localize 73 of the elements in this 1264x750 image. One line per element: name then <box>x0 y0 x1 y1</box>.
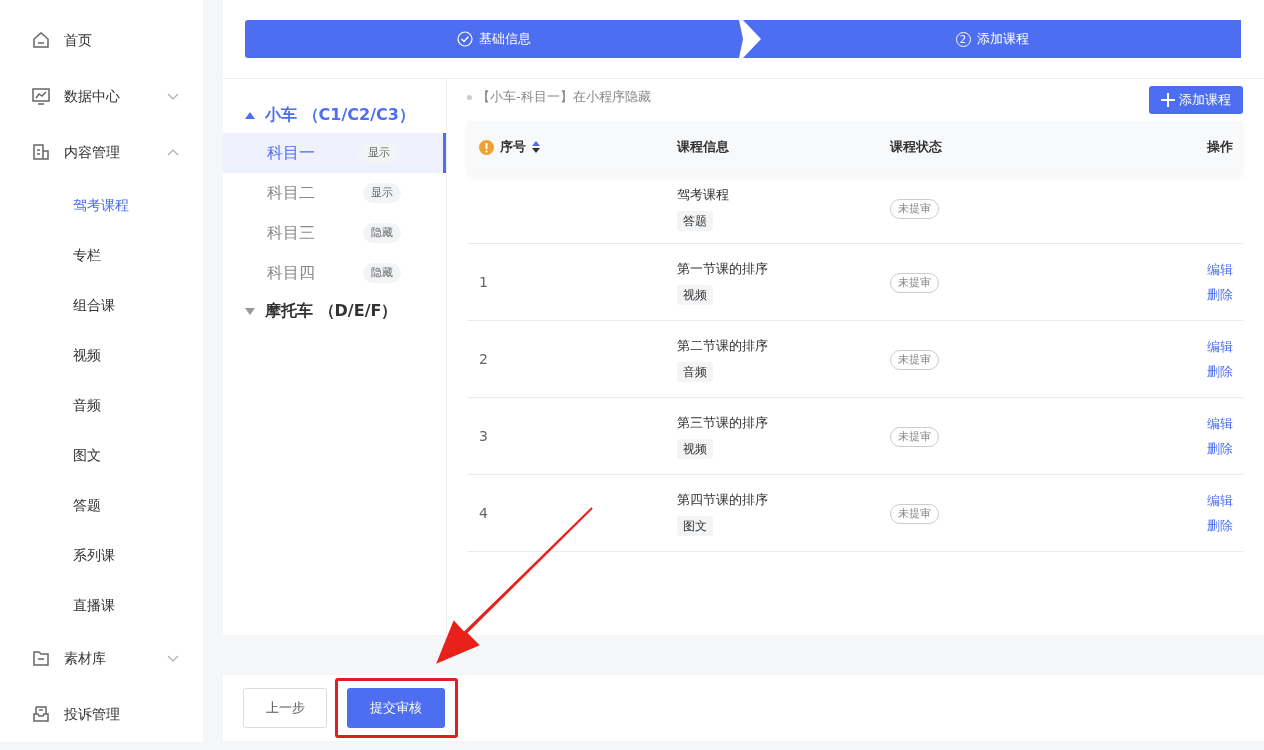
plus-icon <box>1161 93 1175 107</box>
sidebar-label: 首页 <box>64 30 93 50</box>
sidebar-subitem[interactable]: 直播课 <box>0 580 203 630</box>
table-cell-text: 4 <box>479 503 488 523</box>
subject-label: 科目四 <box>267 262 315 284</box>
table-cell-text: 3 <box>479 426 488 446</box>
sidebar-label: 数据中心 <box>64 86 121 106</box>
sidebar-label: 素材库 <box>64 648 107 668</box>
column-header: 操作 <box>1206 138 1234 157</box>
sidebar-item[interactable]: 内容管理 <box>0 124 203 180</box>
sidebar-subitem[interactable]: 音频 <box>0 380 203 430</box>
sidebar-subitem[interactable]: 系列课 <box>0 530 203 580</box>
monitor-chart-icon <box>32 87 50 105</box>
course-type-tag: 视频 <box>677 438 713 459</box>
delete-link[interactable]: 删除 <box>1207 285 1233 305</box>
column-header: 课程状态 <box>890 138 943 157</box>
sidebar-item[interactable]: 首页 <box>0 12 203 68</box>
sidebar-subitem[interactable]: 图文 <box>0 430 203 480</box>
course-title: 第四节课的排序 <box>677 491 769 510</box>
sidebar-label: 投诉管理 <box>64 704 121 724</box>
column-header: 课程信息 <box>677 138 730 157</box>
subject-item[interactable]: 科目一 显示 <box>223 133 446 173</box>
course-type-tag: 答题 <box>677 210 713 231</box>
course-title: 第三节课的排序 <box>677 414 769 433</box>
visibility-badge: 显示 <box>360 142 398 164</box>
visibility-badge: 显示 <box>363 182 401 204</box>
subject-label: 科目三 <box>267 222 315 244</box>
document-icon <box>32 143 50 161</box>
course-type-tag: 图文 <box>677 515 713 536</box>
add-course-button[interactable]: 添加课程 <box>1149 86 1243 114</box>
inbox-icon <box>32 705 50 723</box>
subject-item[interactable]: 科目三 隐藏 <box>223 213 446 253</box>
column-header: 序号 <box>500 138 526 157</box>
delete-link[interactable]: 删除 <box>1207 516 1233 536</box>
delete-link[interactable]: 删除 <box>1207 362 1233 382</box>
table-cell-text: 1 <box>479 272 488 292</box>
sort-icon <box>532 141 540 153</box>
edit-link[interactable]: 编辑 <box>1207 413 1233 433</box>
notice-text: 【小车-科目一】在小程序隐藏 <box>477 88 651 107</box>
sidebar-label: 内容管理 <box>64 142 121 162</box>
category-header[interactable]: 摩托车 （D/E/F） <box>223 293 446 329</box>
sidebar-item[interactable]: 素材库 <box>0 630 203 686</box>
course-type-tag: 视频 <box>677 284 713 305</box>
sidebar-item[interactable]: 数据中心 <box>0 68 203 124</box>
back-button[interactable]: 上一步 <box>243 688 327 728</box>
submit-review-button[interactable]: 提交审核 <box>347 688 445 728</box>
subject-label: 科目一 <box>267 142 315 164</box>
sidebar-item[interactable]: 投诉管理 <box>0 686 203 742</box>
sidebar-subitem[interactable]: 驾考课程 <box>0 180 203 230</box>
edit-link[interactable]: 编辑 <box>1207 259 1233 279</box>
visibility-badge: 隐藏 <box>363 222 401 244</box>
delete-link[interactable]: 删除 <box>1207 439 1233 459</box>
course-title: 第一节课的排序 <box>677 260 769 279</box>
table-cell-text: 2 <box>479 349 488 369</box>
subject-label: 科目二 <box>267 182 315 204</box>
warning-icon <box>479 139 494 155</box>
sidebar-subitem[interactable]: 答题 <box>0 480 203 530</box>
check-circle-icon <box>457 31 473 47</box>
edit-link[interactable]: 编辑 <box>1207 336 1233 356</box>
course-title: 驾考课程 <box>677 186 730 205</box>
subject-item[interactable]: 科目四 隐藏 <box>223 253 446 293</box>
course-type-tag: 音频 <box>677 361 713 382</box>
category-header[interactable]: 小车 （C1/C2/C3） <box>223 97 446 133</box>
edit-link[interactable]: 编辑 <box>1207 490 1233 510</box>
visibility-badge: 隐藏 <box>363 262 401 284</box>
home-icon <box>32 31 50 49</box>
sidebar-subitem[interactable]: 组合课 <box>0 280 203 330</box>
subject-item[interactable]: 科目二 显示 <box>223 173 446 213</box>
bullet-icon <box>467 94 472 100</box>
folder-icon <box>32 649 50 667</box>
course-title: 第二节课的排序 <box>677 337 769 356</box>
sidebar-subitem[interactable]: 视频 <box>0 330 203 380</box>
sidebar-subitem[interactable]: 专栏 <box>0 230 203 280</box>
